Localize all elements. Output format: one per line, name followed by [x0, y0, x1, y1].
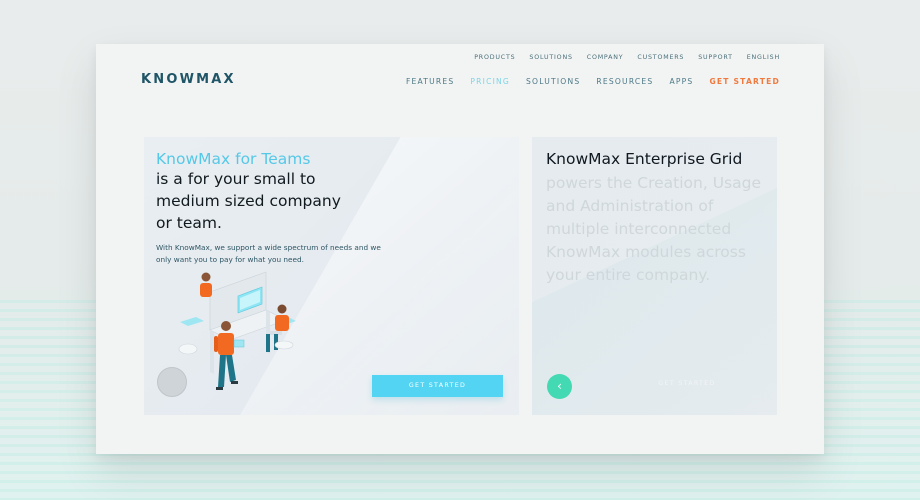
utility-nav: PRODUCTS SOLUTIONS COMPANY CUSTOMERS SUP… [474, 54, 780, 61]
carousel-prev-button[interactable] [157, 367, 187, 397]
nav-products[interactable]: PRODUCTS [474, 54, 515, 61]
nav-apps[interactable]: APPS [669, 77, 693, 86]
nav-language[interactable]: ENGLISH [747, 54, 780, 61]
nav-get-started[interactable]: GET STARTED [709, 77, 780, 86]
teams-pricing-card: KnowMax for Teams is a for your small to… [144, 137, 519, 415]
nav-support[interactable]: SUPPORT [698, 54, 733, 61]
webpage-frame: KNOWMAX PRODUCTS SOLUTIONS COMPANY CUSTO… [96, 44, 824, 454]
nav-solutions[interactable]: SOLUTIONS [526, 77, 580, 86]
enterprise-description: powers the Creation, Usage and Administr… [546, 174, 762, 284]
nav-company[interactable]: COMPANY [587, 54, 624, 61]
enterprise-title: KnowMax Enterprise Grid [546, 150, 743, 168]
nav-customers[interactable]: CUSTOMERS [637, 54, 684, 61]
nav-pricing[interactable]: PRICING [470, 77, 510, 86]
chevron-left-icon[interactable]: ‹ [547, 374, 572, 399]
teams-accent-title: KnowMax for Teams [156, 150, 311, 168]
nav-resources[interactable]: RESOURCES [596, 77, 653, 86]
enterprise-get-started-button[interactable]: GET STARTED [642, 380, 732, 392]
nav-solutions-top[interactable]: SOLUTIONS [529, 54, 572, 61]
teams-heading: is a for your small to medium sized comp… [156, 170, 341, 232]
nav-features[interactable]: FEATURES [406, 77, 454, 86]
team-office-illustration [178, 271, 296, 390]
teams-get-started-button[interactable]: GET STARTED [372, 375, 503, 397]
main-nav: FEATURES PRICING SOLUTIONS RESOURCES APP… [406, 77, 780, 86]
enterprise-pricing-card: KnowMax Enterprise Grid powers the Creat… [532, 137, 777, 415]
logo[interactable]: KNOWMAX [141, 72, 236, 87]
